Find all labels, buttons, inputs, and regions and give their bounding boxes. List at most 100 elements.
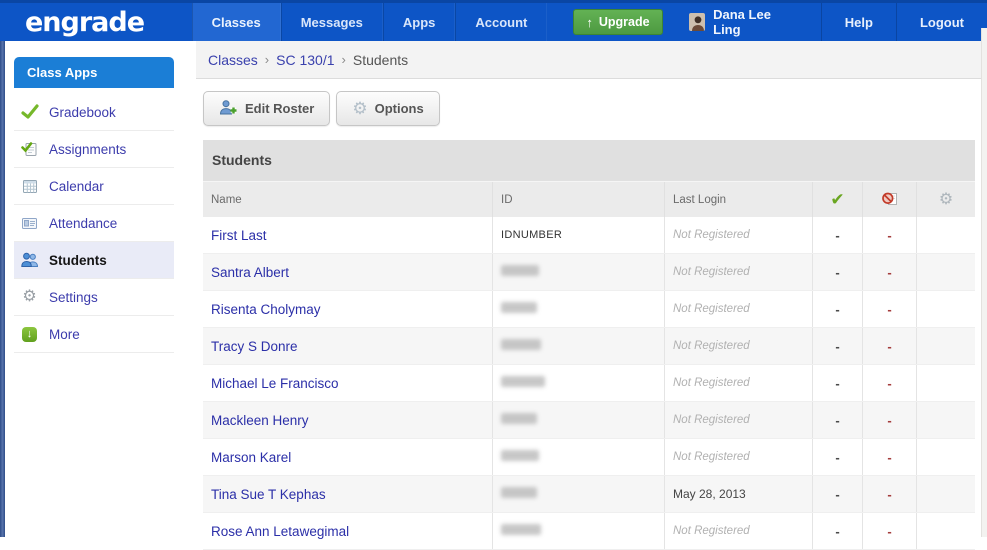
check-column-value: - bbox=[813, 365, 863, 401]
student-name-link[interactable]: Santra Albert bbox=[211, 265, 289, 280]
student-id bbox=[501, 376, 545, 390]
nav-tab-apps[interactable]: Apps bbox=[382, 3, 456, 41]
last-login-value: Not Registered bbox=[673, 266, 750, 278]
column-header-check: ✔ bbox=[813, 182, 863, 217]
student-name-link[interactable]: Tracy S Donre bbox=[211, 339, 298, 354]
edit-roster-label: Edit Roster bbox=[245, 101, 315, 116]
nav-tab-classes[interactable]: Classes bbox=[191, 3, 281, 41]
settings-gear-icon: ⚙ bbox=[22, 288, 37, 305]
column-header-id[interactable]: ID bbox=[493, 182, 665, 217]
table-row: Tina Sue T Kephas May 28, 2013 - - bbox=[203, 476, 975, 513]
breadcrumb-item: Students bbox=[352, 51, 409, 68]
sidebar-item-label: Calendar bbox=[49, 178, 104, 194]
scrollbar[interactable] bbox=[981, 28, 987, 537]
table-row: Marson Karel Not Registered - - bbox=[203, 439, 975, 476]
redacted-id bbox=[501, 265, 539, 276]
last-login-value: Not Registered bbox=[673, 377, 750, 389]
up-arrow-icon: ↑ bbox=[586, 14, 593, 30]
nav-tab-messages[interactable]: Messages bbox=[280, 3, 383, 41]
last-login-value: Not Registered bbox=[673, 525, 750, 537]
student-name-link[interactable]: Michael Le Francisco bbox=[211, 376, 339, 391]
redacted-id bbox=[501, 487, 537, 498]
sidebar-item-label: Assignments bbox=[49, 141, 127, 157]
redacted-id bbox=[501, 339, 541, 350]
redacted-id bbox=[501, 450, 539, 461]
nav-right: Dana Lee Ling Help Logout bbox=[663, 3, 987, 41]
sidebar-item-attendance[interactable]: Attendance bbox=[14, 205, 174, 242]
ban-column-value: - bbox=[863, 217, 917, 253]
student-id bbox=[501, 487, 537, 501]
person-add-icon bbox=[219, 99, 238, 119]
check-column-value: - bbox=[813, 439, 863, 475]
check-column-value: - bbox=[813, 402, 863, 438]
engrade-logo[interactable]: engrade bbox=[0, 3, 192, 41]
check-column-value: - bbox=[813, 254, 863, 290]
breadcrumb-item[interactable]: Classes bbox=[208, 52, 258, 68]
ban-column-value: - bbox=[863, 291, 917, 327]
sidebar-item-label: Attendance bbox=[49, 215, 118, 231]
student-name-link[interactable]: Rose Ann Letawegimal bbox=[211, 524, 349, 539]
table-row: Rose Ann Letawegimal Not Registered - - bbox=[203, 513, 975, 550]
ban-column-value: - bbox=[863, 402, 917, 438]
student-name-link[interactable]: Tina Sue T Kephas bbox=[211, 487, 326, 502]
last-login-value: Not Registered bbox=[673, 340, 750, 352]
calendar-icon bbox=[20, 178, 39, 195]
nav-tabs: Classes Messages Apps Account bbox=[191, 3, 548, 41]
sidebar-item-settings[interactable]: ⚙ Settings bbox=[14, 279, 174, 316]
column-header-name[interactable]: Name bbox=[203, 182, 493, 217]
column-header-last-login[interactable]: Last Login bbox=[665, 182, 813, 217]
sidebar-item-assignments[interactable]: Assignments bbox=[14, 131, 174, 168]
student-id: IDNUMBER bbox=[501, 229, 563, 241]
sidebar-item-students[interactable]: Students bbox=[14, 242, 174, 279]
students-icon bbox=[20, 252, 39, 269]
main-area: Classes › SC 130/1 › Students Edit Roster ⚙ … bbox=[196, 41, 987, 550]
sidebar-item-calendar[interactable]: Calendar bbox=[14, 168, 174, 205]
column-header-gear: ⚙ bbox=[917, 182, 975, 217]
edit-roster-button[interactable]: Edit Roster bbox=[203, 91, 331, 126]
sidebar: Class Apps Gradebook Assignments Calendar A… bbox=[5, 41, 196, 537]
user-menu[interactable]: Dana Lee Ling bbox=[663, 3, 821, 41]
redacted-id bbox=[501, 302, 537, 313]
options-button[interactable]: ⚙ Options bbox=[336, 91, 440, 126]
logout-link[interactable]: Logout bbox=[895, 3, 987, 41]
student-name-link[interactable]: Marson Karel bbox=[211, 450, 291, 465]
options-label: Options bbox=[374, 101, 424, 116]
student-name-link[interactable]: Mackleen Henry bbox=[211, 413, 309, 428]
student-id bbox=[501, 339, 541, 353]
table-row: Santra Albert Not Registered - - bbox=[203, 254, 975, 291]
upgrade-button[interactable]: ↑ Upgrade bbox=[573, 9, 663, 35]
student-name-link[interactable]: First Last bbox=[211, 228, 267, 243]
more-icon: ↓ bbox=[20, 326, 39, 343]
table-row: First Last IDNUMBER Not Registered - - bbox=[203, 217, 975, 254]
help-link[interactable]: Help bbox=[820, 3, 896, 41]
sidebar-item-label: More bbox=[49, 326, 80, 342]
sidebar-header: Class Apps bbox=[14, 57, 174, 88]
redacted-id bbox=[501, 376, 545, 387]
table-row: Tracy S Donre Not Registered - - bbox=[203, 328, 975, 365]
sidebar-item-label: Settings bbox=[49, 289, 98, 305]
student-id bbox=[501, 302, 537, 316]
upgrade-label: Upgrade bbox=[598, 15, 650, 29]
student-id bbox=[501, 524, 541, 538]
student-name-link[interactable]: Risenta Cholymay bbox=[211, 302, 321, 317]
student-id bbox=[501, 450, 539, 464]
last-login-value: Not Registered bbox=[673, 303, 750, 315]
check-column-value: - bbox=[813, 328, 863, 364]
sidebar-item-more[interactable]: ↓ More bbox=[14, 316, 174, 353]
ban-column-value: - bbox=[863, 254, 917, 290]
breadcrumb-item[interactable]: SC 130/1 bbox=[276, 52, 334, 68]
last-login-value: Not Registered bbox=[673, 414, 750, 426]
ban-column-value: - bbox=[863, 365, 917, 401]
student-id bbox=[501, 413, 537, 427]
assignments-icon bbox=[20, 141, 39, 158]
last-login-value: Not Registered bbox=[673, 229, 750, 241]
nav-tab-account[interactable]: Account bbox=[455, 3, 548, 41]
table-row: Mackleen Henry Not Registered - - bbox=[203, 402, 975, 439]
avatar bbox=[688, 13, 706, 31]
ban-column-value: - bbox=[863, 476, 917, 512]
gradebook-check-icon bbox=[20, 104, 39, 121]
sidebar-item-gradebook[interactable]: Gradebook bbox=[14, 94, 174, 131]
ban-column-value: - bbox=[863, 513, 917, 549]
toolbar: Edit Roster ⚙ Options bbox=[203, 91, 975, 126]
last-login-value: Not Registered bbox=[673, 451, 750, 463]
